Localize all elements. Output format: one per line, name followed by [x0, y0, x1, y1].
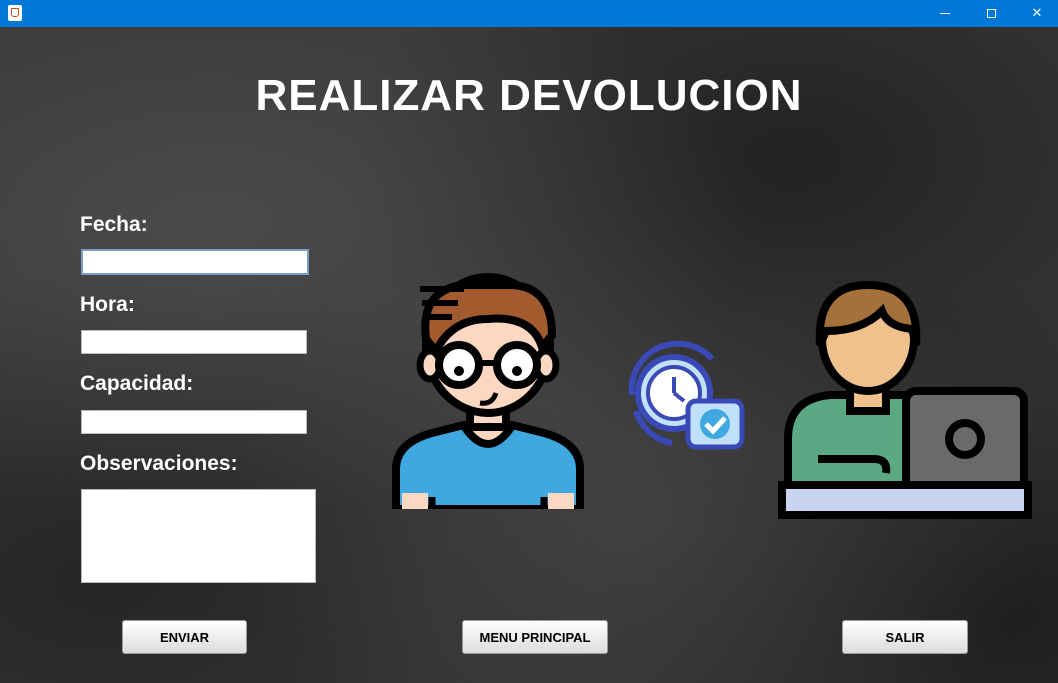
fecha-label: Fecha:	[80, 213, 148, 236]
capacidad-label: Capacidad:	[80, 372, 194, 395]
observaciones-label: Observaciones:	[80, 452, 238, 475]
fecha-field[interactable]	[81, 249, 309, 275]
page-title: REALIZAR DEVOLUCION	[255, 71, 803, 120]
close-icon[interactable]: ✕	[1014, 0, 1058, 27]
enviar-button[interactable]: ENVIAR	[122, 620, 247, 654]
capacidad-field[interactable]	[81, 410, 307, 434]
main-panel: REALIZAR DEVOLUCION Fecha: Hora: Capacid…	[0, 27, 1058, 683]
window-titlebar: ✕	[0, 0, 1058, 27]
clock-check-icon	[628, 340, 745, 450]
java-cup-icon	[8, 5, 22, 21]
student-avatar-icon	[392, 273, 584, 509]
minimize-icon[interactable]	[922, 0, 968, 27]
hora-field[interactable]	[81, 330, 307, 354]
hora-label: Hora:	[80, 293, 135, 316]
maximize-icon[interactable]	[968, 0, 1014, 27]
observaciones-textarea[interactable]	[81, 489, 316, 583]
salir-button[interactable]: SALIR	[842, 620, 968, 654]
laptop-worker-icon	[778, 280, 1032, 519]
menu-principal-button[interactable]: MENU PRINCIPAL	[462, 620, 608, 654]
